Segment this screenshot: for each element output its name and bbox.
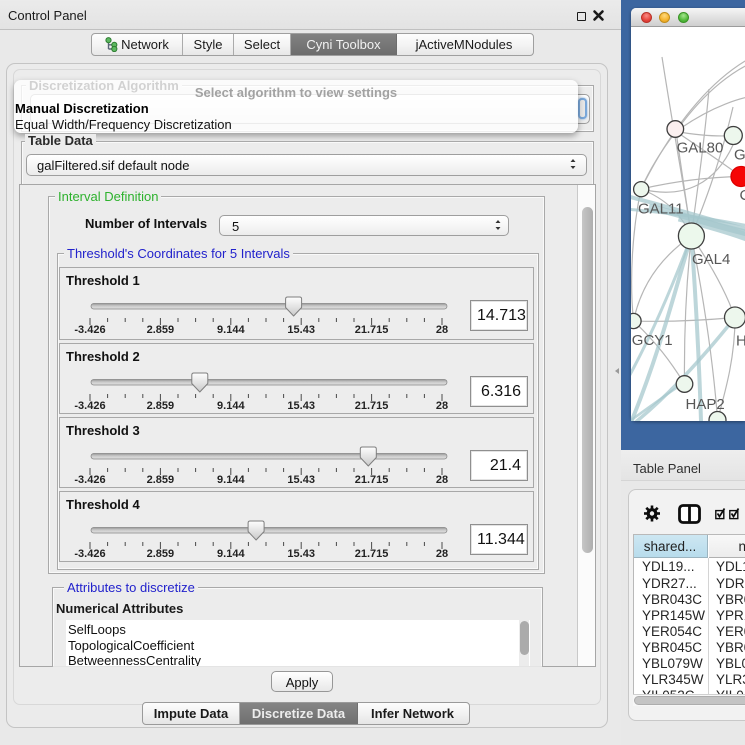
- svg-text:GAL4: GAL4: [692, 251, 730, 268]
- svg-text:GCY1: GCY1: [632, 332, 673, 349]
- svg-text:HAP2: HAP2: [686, 396, 725, 413]
- svg-text:H: H: [736, 333, 745, 350]
- svg-text:GA: GA: [734, 147, 745, 164]
- svg-text:GAL11: GAL11: [638, 201, 684, 218]
- svg-text:C: C: [740, 187, 745, 204]
- svg-text:GAL80: GAL80: [677, 140, 724, 157]
